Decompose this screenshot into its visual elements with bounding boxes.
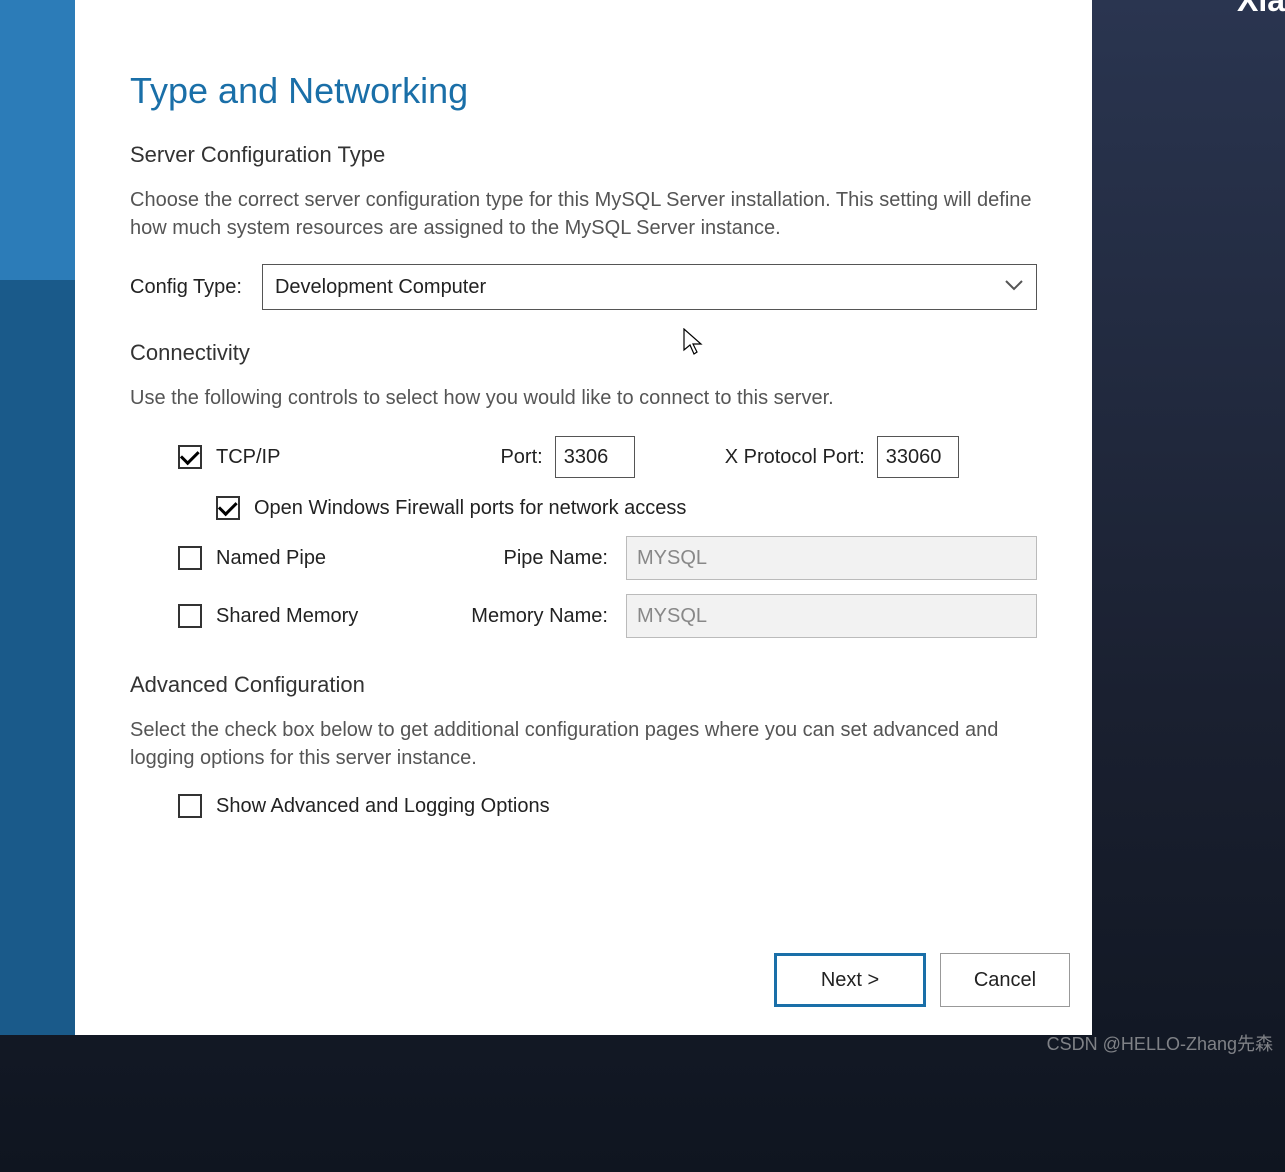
next-button[interactable]: Next > [774,953,926,1007]
named-pipe-row: Named Pipe Pipe Name: [178,536,1037,580]
server-config-title: Server Configuration Type [130,142,1037,168]
wizard-sidebar [0,0,75,1035]
sidebar-step-highlight [0,0,75,280]
memory-name-input [626,594,1037,638]
server-config-desc: Choose the correct server configuration … [130,186,1037,242]
port-label: Port: [500,446,542,469]
connectivity-desc: Use the following controls to select how… [130,384,1037,412]
advanced-options-row: Show Advanced and Logging Options [130,794,1037,818]
watermark-text: CSDN @HELLO-Zhang先森 [1047,1030,1273,1056]
advanced-title: Advanced Configuration [130,672,1037,698]
memory-name-label: Memory Name: [458,605,608,628]
page-title: Type and Networking [130,70,1037,112]
pipe-name-label: Pipe Name: [458,547,608,570]
cancel-button[interactable]: Cancel [940,953,1070,1007]
shared-memory-row: Shared Memory Memory Name: [178,594,1037,638]
show-advanced-label: Show Advanced and Logging Options [216,795,550,818]
tcpip-checkbox[interactable] [178,445,202,469]
xport-label: X Protocol Port: [725,446,865,469]
wizard-content: Type and Networking Server Configuration… [75,0,1092,1035]
connectivity-title: Connectivity [130,340,1037,366]
pipe-name-input [626,536,1037,580]
background-partial-text: Xia [1237,0,1285,19]
wizard-footer: Next > Cancel [774,953,1070,1007]
config-type-select-wrap: Development Computer [262,264,1037,310]
config-type-label: Config Type: [130,276,242,299]
named-pipe-checkbox[interactable] [178,546,202,570]
advanced-desc: Select the check box below to get additi… [130,716,1037,772]
xport-input[interactable] [877,436,959,478]
firewall-label: Open Windows Firewall ports for network … [254,497,686,520]
named-pipe-label: Named Pipe [216,547,326,570]
firewall-checkbox[interactable] [216,496,240,520]
tcpip-label: TCP/IP [216,446,280,469]
shared-memory-checkbox[interactable] [178,604,202,628]
port-input[interactable] [555,436,635,478]
firewall-row: Open Windows Firewall ports for network … [178,496,1037,520]
show-advanced-checkbox[interactable] [178,794,202,818]
shared-memory-label: Shared Memory [216,605,358,628]
tcpip-row: TCP/IP Port: X Protocol Port: [178,434,1037,480]
config-type-select[interactable]: Development Computer [262,264,1037,310]
config-type-row: Config Type: Development Computer [130,264,1037,310]
installer-window: Type and Networking Server Configuration… [0,0,1092,1035]
